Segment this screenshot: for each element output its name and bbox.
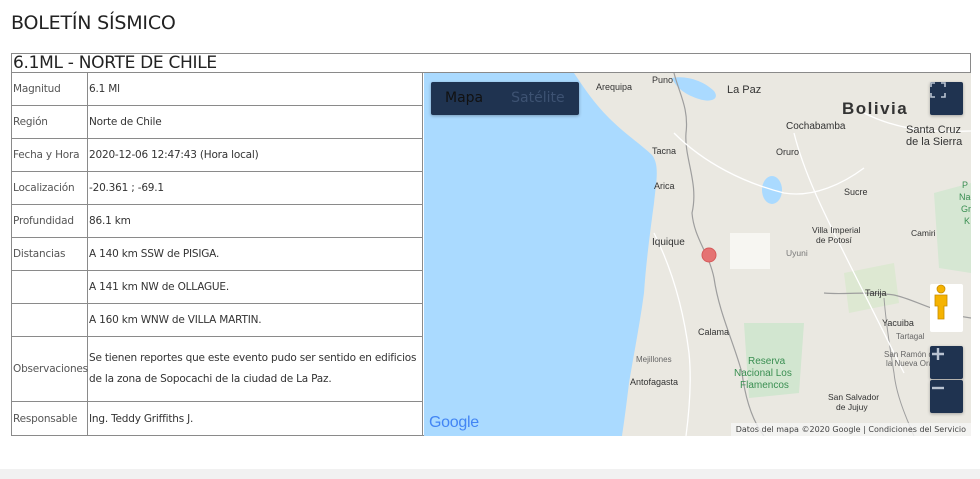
- map-label-arequipa: Arequipa: [596, 82, 632, 92]
- row-value: 6.1 Ml: [89, 82, 120, 95]
- map-label-oruro: Oruro: [776, 147, 799, 157]
- table-row: Distancias A 140 km SSW de PISIGA.: [12, 238, 423, 271]
- row-label: Fecha y Hora: [12, 139, 88, 171]
- map-view[interactable]: Puno Arequipa La Paz Bolivia Cochabamba …: [424, 73, 971, 436]
- table-row: Magnitud 6.1 Ml: [12, 73, 423, 106]
- seismic-bulletin: 6.1ML - NORTE DE CHILE Magnitud 6.1 Ml R…: [11, 53, 971, 436]
- map-type-control: Mapa Satélite: [431, 82, 579, 115]
- terms-link[interactable]: Condiciones del Servicio: [868, 425, 966, 434]
- map-label-edge: Gra: [961, 204, 971, 214]
- row-label: Región: [12, 106, 88, 138]
- map-label-santa-cruz: Santa Cruz: [906, 124, 961, 136]
- row-value: Ing. Teddy Griffiths J.: [89, 412, 194, 425]
- map-label-la-paz: La Paz: [727, 84, 761, 96]
- table-row: Observaciones Se tienen reportes que est…: [12, 337, 423, 402]
- map-label-sucre: Sucre: [844, 187, 868, 197]
- google-logo[interactable]: Google: [429, 414, 479, 432]
- zoom-in-button[interactable]: [930, 346, 963, 379]
- map-type-satellite-button[interactable]: Satélite: [497, 82, 578, 115]
- row-label: Observaciones: [12, 337, 88, 401]
- map-label-iquique: Iquique: [652, 237, 685, 248]
- row-label: [12, 271, 88, 303]
- map-label-villa-imperial: de Potosí: [816, 235, 853, 245]
- map-label-mejillones: Mejillones: [636, 355, 672, 364]
- row-label: Localización: [12, 172, 88, 204]
- map-label-santa-cruz: de la Sierra: [906, 136, 963, 148]
- row-value: 2020-12-06 12:47:43 (Hora local): [89, 148, 259, 161]
- map-label-puno: Puno: [652, 75, 673, 85]
- row-label: Responsable: [12, 402, 88, 436]
- bulletin-heading: 6.1ML - NORTE DE CHILE: [12, 54, 970, 73]
- map-label-tarija: Tarija: [865, 288, 887, 298]
- row-label: Distancias: [12, 238, 88, 270]
- map-label-arica: Arica: [654, 181, 675, 191]
- map-label-reserva: Nacional Los: [734, 368, 792, 379]
- zoom-out-button[interactable]: [930, 380, 963, 413]
- row-value: Norte de Chile: [89, 115, 162, 128]
- road: [653, 232, 691, 436]
- row-label: [12, 304, 88, 336]
- map-label-yacuiba: Yacuiba: [882, 318, 914, 328]
- map-canvas[interactable]: Puno Arequipa La Paz Bolivia Cochabamba …: [424, 73, 971, 436]
- map-label-reserva: Reserva: [748, 356, 786, 367]
- map-label-edge: P: [962, 180, 968, 190]
- map-label-edge: K: [964, 216, 970, 226]
- map-label-tartagal: Tartagal: [896, 332, 925, 341]
- row-label: Profundidad: [12, 205, 88, 237]
- map-label-villa-imperial: Villa Imperial: [812, 225, 861, 235]
- row-value: A 141 km NW de OLLAGUE.: [89, 280, 229, 293]
- map-label-calama: Calama: [698, 327, 729, 337]
- table-row: Responsable Ing. Teddy Griffiths J.: [12, 402, 423, 436]
- map-data-link[interactable]: Datos del mapa ©2020 Google: [736, 425, 861, 434]
- row-value: Se tienen reportes que este evento pudo …: [89, 352, 417, 385]
- table-row: Fecha y Hora 2020-12-06 12:47:43 (Hora l…: [12, 139, 423, 172]
- map-label-camiri: Camiri: [911, 228, 936, 238]
- footer-strip: [0, 469, 980, 479]
- map-label-uyuni: Uyuni: [786, 248, 808, 258]
- pacific-ocean: [424, 73, 657, 436]
- fullscreen-button[interactable]: [930, 82, 963, 115]
- map-label-reserva: Flamencos: [740, 380, 789, 391]
- epicenter-marker: [701, 247, 717, 263]
- map-label-cochabamba: Cochabamba: [786, 121, 846, 132]
- map-label-tacna: Tacna: [652, 146, 676, 156]
- google-logo-text: Google: [429, 414, 479, 431]
- map-label-san-salvador: San Salvador: [828, 392, 879, 402]
- map-attribution: Datos del mapa ©2020 Google | Condicione…: [730, 423, 971, 436]
- pegman-button[interactable]: [930, 284, 963, 332]
- map-label-antofagasta: Antofagasta: [630, 377, 678, 387]
- table-row: Región Norte de Chile: [12, 106, 423, 139]
- row-value: 86.1 km: [89, 214, 131, 227]
- table-row: Profundidad 86.1 km: [12, 205, 423, 238]
- row-value: A 140 km SSW de PISIGA.: [89, 247, 220, 260]
- map-label-bolivia: Bolivia: [842, 99, 908, 118]
- road: [793, 132, 905, 374]
- map-label-edge: Nac: [959, 192, 971, 202]
- table-row: Localización -20.361 ; -69.1: [12, 172, 423, 205]
- bulletin-info-table: Magnitud 6.1 Ml Región Norte de Chile Fe…: [12, 73, 423, 436]
- table-row: A 160 km WNW de VILLA MARTIN.: [12, 304, 423, 337]
- salar-de-uyuni: [730, 233, 770, 269]
- map-label-san-salvador: de Jujuy: [836, 402, 868, 412]
- row-label: Magnitud: [12, 73, 88, 105]
- page-title: BOLETÍN SÍSMICO: [11, 12, 176, 34]
- row-value: -20.361 ; -69.1: [89, 181, 164, 194]
- table-row: A 141 km NW de OLLAGUE.: [12, 271, 423, 304]
- row-value: A 160 km WNW de VILLA MARTIN.: [89, 313, 262, 326]
- map-type-map-button[interactable]: Mapa: [431, 82, 497, 115]
